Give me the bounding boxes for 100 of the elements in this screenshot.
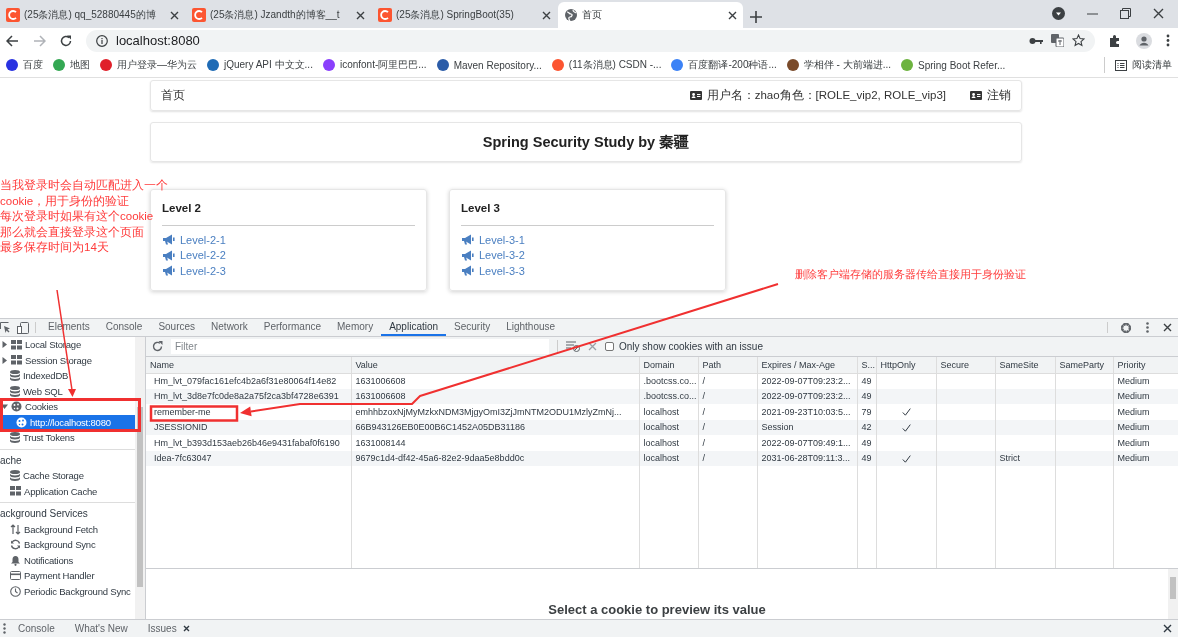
device-icon[interactable]: [17, 321, 29, 334]
tree-item[interactable]: Cache Storage: [0, 468, 135, 484]
table-cell: Medium: [1117, 391, 1150, 402]
close-icon[interactable]: [170, 10, 179, 20]
tree-item[interactable]: Trust Tokens: [0, 430, 135, 446]
bookmark[interactable]: iconfont-阿里巴巴...: [322, 58, 427, 72]
scrollbar[interactable]: [135, 337, 145, 619]
bookmark[interactable]: 用户登录—华为云: [100, 58, 197, 72]
close-icon[interactable]: [542, 10, 551, 20]
tree-item[interactable]: Web SQL: [0, 383, 135, 399]
panel-tab[interactable]: Console: [97, 319, 151, 336]
tree-item[interactable]: Cookies: [0, 399, 135, 415]
scrollbar[interactable]: [1168, 569, 1178, 619]
level-link[interactable]: Level-3-3: [461, 263, 525, 279]
logout-link[interactable]: 注销: [970, 88, 1011, 103]
bookmark[interactable]: Spring Boot Refer...: [901, 59, 1006, 71]
maximize-icon[interactable]: [1120, 8, 1131, 19]
column-header[interactable]: SameSite: [995, 357, 1055, 373]
more-icon[interactable]: [1146, 322, 1149, 333]
info-icon[interactable]: [96, 34, 108, 47]
c-logo-icon: [6, 8, 20, 22]
column-header[interactable]: Priority: [1113, 357, 1178, 373]
drawer-tab[interactable]: Issues: [139, 623, 198, 634]
clear-filter-icon[interactable]: [566, 341, 580, 352]
profile-icon[interactable]: [1136, 32, 1152, 49]
browser-tab[interactable]: (25条消息) SpringBoot(35): [372, 2, 557, 28]
filter-field[interactable]: Filter: [171, 339, 549, 354]
level-link[interactable]: Level-2-1: [162, 232, 226, 248]
browser-tab[interactable]: (25条消息) qq_52880445的博: [0, 2, 185, 28]
column-header[interactable]: Name: [146, 357, 351, 373]
puzzle-icon[interactable]: [1109, 34, 1122, 47]
tree-item[interactable]: Payment Handler: [0, 568, 135, 584]
level-link[interactable]: Level-2-2: [162, 247, 226, 263]
tree-item[interactable]: Background Sync: [0, 537, 135, 553]
refresh-icon[interactable]: [152, 341, 163, 352]
address-field[interactable]: localhost:8080: [86, 29, 1095, 52]
table-cell: 49: [861, 376, 872, 386]
settings-icon[interactable]: [1120, 321, 1132, 334]
megaphone-icon: [461, 249, 474, 261]
back-icon[interactable]: [6, 34, 19, 47]
home-link[interactable]: 首页: [161, 88, 185, 103]
panel-tab[interactable]: Network: [203, 319, 256, 336]
column-header[interactable]: Expires / Max-Age: [757, 357, 857, 373]
site-icon: [551, 59, 564, 71]
tree-item[interactable]: IndexedDB: [0, 368, 135, 384]
tree-item[interactable]: Notifications: [0, 552, 135, 568]
column-header[interactable]: Path: [698, 357, 757, 373]
bookmark[interactable]: Maven Repository...: [436, 59, 542, 71]
browser-tab[interactable]: 首页: [558, 2, 743, 28]
close-icon[interactable]: [728, 10, 737, 20]
drawer-tab[interactable]: Console: [10, 623, 63, 634]
issue-checkbox[interactable]: Only show cookies with an issue: [605, 341, 763, 352]
inspect-icon[interactable]: [0, 322, 11, 333]
close-icon[interactable]: [1153, 8, 1164, 19]
column-header[interactable]: Value: [351, 357, 639, 373]
column-header[interactable]: SameParty: [1055, 357, 1113, 373]
panel-tab[interactable]: Sources: [150, 319, 204, 336]
bookmark[interactable]: (11条消息) CSDN -...: [551, 58, 662, 72]
tree-item[interactable]: http://localhost:8080: [0, 414, 135, 430]
tree-item[interactable]: Background Fetch: [0, 521, 135, 537]
plus-icon[interactable]: [750, 11, 762, 23]
tree-item[interactable]: Application Cache: [0, 483, 135, 499]
bookmark[interactable]: 百度翻译-200种语...: [671, 58, 777, 72]
more-icon[interactable]: [1166, 34, 1170, 47]
bookmark[interactable]: 百度: [6, 58, 43, 72]
bookmark[interactable]: 地图: [53, 58, 90, 72]
triangle-icon[interactable]: [1, 403, 8, 411]
more-icon[interactable]: [3, 623, 6, 634]
level-link[interactable]: Level-3-1: [461, 232, 525, 248]
panel-tab[interactable]: Performance: [255, 319, 329, 336]
column-header[interactable]: HttpOnly: [876, 357, 936, 373]
close-icon[interactable]: [182, 625, 190, 632]
key-icon[interactable]: [1029, 36, 1043, 45]
level-link[interactable]: Level-2-3: [162, 263, 226, 279]
reading-list-button[interactable]: 阅读清单: [1115, 58, 1172, 72]
close-icon[interactable]: [356, 10, 365, 20]
translate-icon[interactable]: [1051, 34, 1064, 47]
triangle-icon[interactable]: [1, 341, 8, 349]
reload-icon[interactable]: [60, 34, 72, 47]
megaphone-icon: [162, 234, 175, 246]
browser-tab[interactable]: (25条消息) Jzandth的博客__t: [186, 2, 371, 28]
drawer-tab[interactable]: What's New: [66, 623, 136, 634]
close-icon[interactable]: [1163, 624, 1172, 633]
panel-tab[interactable]: Security: [446, 319, 499, 336]
bookmark[interactable]: jQuery API 中文文...: [207, 58, 313, 72]
user-info-link[interactable]: 用户名：zhao角色：[ROLE_vip2, ROLE_vip3]: [689, 88, 946, 103]
column-header[interactable]: S...: [857, 357, 876, 373]
panel-tab[interactable]: Lighthouse: [498, 319, 564, 336]
column-header[interactable]: Secure: [936, 357, 995, 373]
star-icon[interactable]: [1072, 34, 1085, 47]
close-icon[interactable]: [1163, 323, 1172, 332]
column-header[interactable]: Domain: [639, 357, 698, 373]
bookmark[interactable]: 学相伴 - 大前端进...: [786, 58, 891, 72]
triangle-icon[interactable]: [1, 356, 8, 364]
tree-item[interactable]: Periodic Background Sync: [0, 583, 135, 599]
section-heading: ackground Services: [0, 507, 89, 521]
panel-tab[interactable]: Memory: [329, 319, 382, 336]
dropdown-icon[interactable]: [1052, 7, 1065, 20]
level-link[interactable]: Level-3-2: [461, 247, 525, 263]
clear-icon[interactable]: [588, 342, 597, 351]
